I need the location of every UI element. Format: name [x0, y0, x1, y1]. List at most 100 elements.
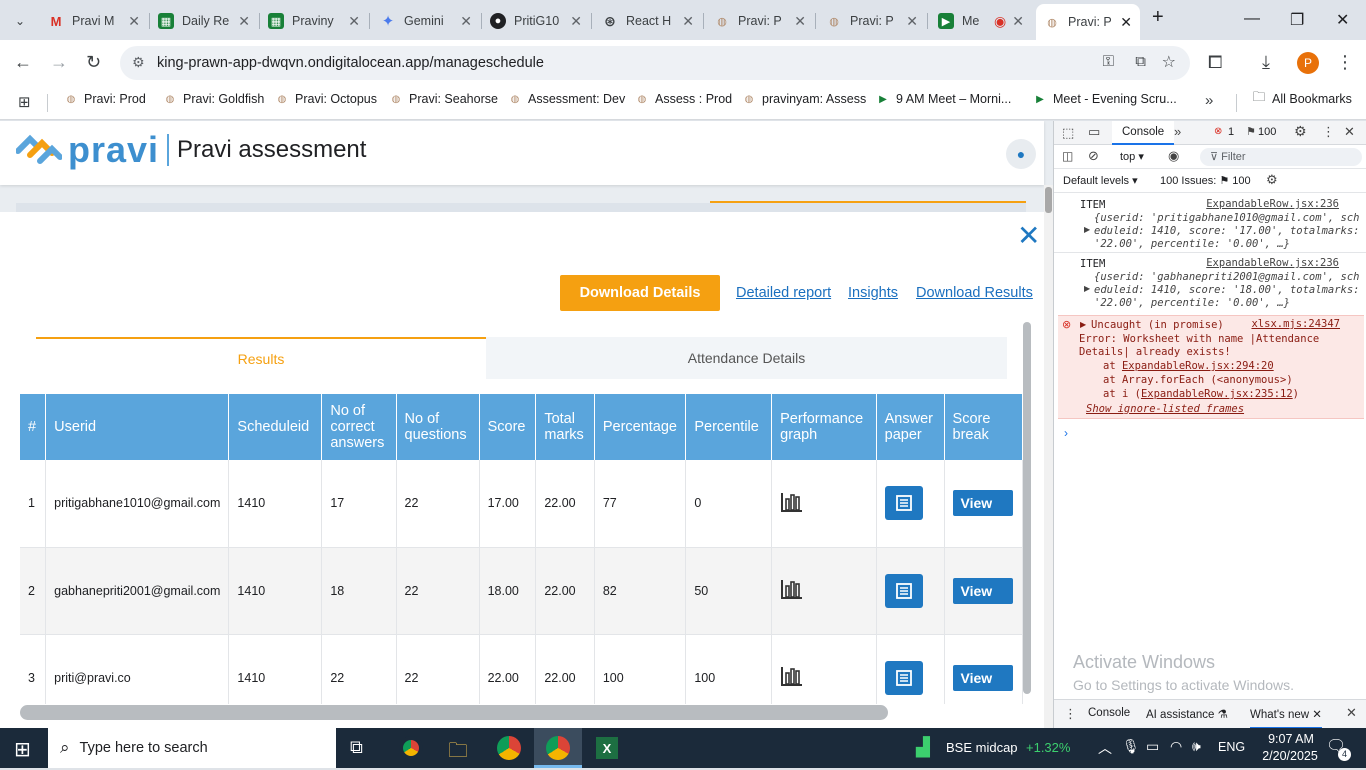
- bookmark-item[interactable]: ◍ Assess : Prod: [635, 92, 733, 106]
- close-tab-icon[interactable]: ✕: [682, 13, 694, 30]
- close-tab-icon[interactable]: ✕: [906, 13, 918, 30]
- reload-icon[interactable]: ↻: [86, 52, 101, 73]
- chrome-profile-icon[interactable]: [497, 736, 521, 760]
- close-tab-icon[interactable]: ✕: [570, 13, 582, 30]
- install-app-icon[interactable]: ⧉: [1135, 53, 1146, 70]
- file-explorer-icon[interactable]: 🗀: [448, 736, 468, 770]
- stock-name[interactable]: BSE midcap: [946, 740, 1018, 755]
- close-tab-icon[interactable]: ✕: [1120, 14, 1132, 31]
- browser-tab[interactable]: ▦ Praviny ✕: [260, 6, 368, 36]
- bookmark-item[interactable]: ▶ Meet - Evening Scru...: [1033, 92, 1177, 106]
- close-tab-icon[interactable]: ✕: [1312, 709, 1322, 721]
- browser-tab-active[interactable]: ◍ Pravi: P ✕: [1036, 4, 1140, 40]
- error-source-link[interactable]: xlsx.mjs:24347: [1251, 318, 1340, 330]
- browser-tab[interactable]: ◍ Pravi: P ✕: [818, 6, 926, 36]
- log-source-link[interactable]: ExpandableRow.jsx:236: [1206, 257, 1339, 269]
- bookmark-item[interactable]: ▶ 9 AM Meet – Morni...: [876, 92, 1011, 106]
- browser-tab[interactable]: ▶ Me ◉ ✕: [930, 6, 1032, 36]
- drawer-tab-ai[interactable]: AI assistance ⚗: [1146, 707, 1228, 721]
- expand-arrow-icon[interactable]: ▶: [1080, 320, 1086, 329]
- live-expression-icon[interactable]: ◉: [1168, 148, 1179, 164]
- close-window-icon[interactable]: ✕: [1336, 10, 1349, 30]
- clear-console-icon[interactable]: ⊘: [1088, 148, 1099, 164]
- close-drawer-icon[interactable]: ✕: [1346, 705, 1357, 721]
- close-tab-icon[interactable]: ✕: [128, 13, 140, 30]
- chrome-icon[interactable]: [399, 736, 423, 760]
- view-score-button[interactable]: View: [952, 577, 1013, 604]
- clock-time[interactable]: 9:07 AM: [1262, 732, 1320, 746]
- page-scrollbar[interactable]: [1044, 185, 1053, 728]
- download-icon[interactable]: ⤓: [1262, 52, 1270, 73]
- expand-arrow-icon[interactable]: ▶: [1084, 225, 1090, 234]
- stack-frame-link[interactable]: ExpandableRow.jsx:235:12: [1141, 388, 1293, 400]
- console-prompt-icon[interactable]: ›: [1064, 426, 1068, 440]
- taskbar-active-app[interactable]: [534, 728, 582, 768]
- forward-icon[interactable]: →: [50, 52, 68, 73]
- sidebar-toggle-icon[interactable]: ◫: [1062, 149, 1073, 163]
- view-score-button[interactable]: View: [952, 490, 1013, 517]
- extensions-icon[interactable]: ⧠: [1208, 52, 1222, 73]
- restore-icon[interactable]: ❐: [1290, 10, 1304, 30]
- user-avatar-icon[interactable]: ●: [1006, 139, 1036, 169]
- answer-paper-button[interactable]: [884, 573, 923, 608]
- close-devtools-icon[interactable]: ✕: [1344, 124, 1355, 140]
- battery-icon[interactable]: ▭: [1146, 738, 1159, 755]
- profile-avatar[interactable]: P: [1297, 52, 1319, 74]
- bookmark-star-icon[interactable]: ☆: [1162, 52, 1176, 72]
- view-score-button[interactable]: View: [952, 664, 1013, 691]
- more-bookmarks-icon[interactable]: »: [1205, 92, 1213, 109]
- devtools-tab-console[interactable]: Console: [1112, 121, 1175, 145]
- vertical-scrollbar[interactable]: [1023, 322, 1031, 694]
- settings-gear-icon[interactable]: ⚙: [1294, 123, 1307, 140]
- bar-chart-icon[interactable]: [780, 578, 804, 600]
- answer-paper-button[interactable]: [884, 660, 923, 695]
- more-tabs-icon[interactable]: »: [1174, 124, 1181, 139]
- close-tab-icon[interactable]: ✕: [238, 13, 250, 30]
- devtools-menu-icon[interactable]: ⋮: [1322, 124, 1335, 140]
- excel-icon[interactable]: X: [596, 737, 618, 759]
- device-toolbar-icon[interactable]: ▭: [1088, 124, 1100, 140]
- language-indicator[interactable]: ENG: [1218, 740, 1245, 754]
- drawer-tab-whatsnew[interactable]: What's new ✕: [1250, 700, 1322, 729]
- address-bar[interactable]: ⚙ king-prawn-app-dwqvn.ondigitalocean.ap…: [120, 46, 1190, 80]
- browser-tab[interactable]: ◍ Pravi: P ✕: [706, 6, 814, 36]
- bar-chart-icon[interactable]: [780, 665, 804, 687]
- issues-count[interactable]: 100: [1258, 126, 1276, 138]
- tab-search-button[interactable]: ⌄: [2, 6, 38, 36]
- stack-frame-link[interactable]: ExpandableRow.jsx:294:20: [1122, 360, 1274, 372]
- apps-grid-icon[interactable]: ⊞: [18, 93, 31, 111]
- task-view-icon[interactable]: ⧉: [350, 737, 363, 758]
- site-info-icon[interactable]: ⚙: [132, 54, 145, 71]
- error-count[interactable]: 1: [1228, 126, 1234, 138]
- drawer-menu-icon[interactable]: ⋮: [1064, 706, 1077, 722]
- close-tab-icon[interactable]: ✕: [460, 13, 472, 30]
- console-settings-icon[interactable]: ⚙: [1266, 172, 1278, 188]
- bookmark-item[interactable]: ◍ Assessment: Dev: [508, 92, 626, 106]
- log-source-link[interactable]: ExpandableRow.jsx:236: [1206, 198, 1339, 210]
- bookmark-item[interactable]: ◍ Pravi: Prod: [64, 92, 146, 106]
- wifi-icon[interactable]: ◠: [1170, 738, 1182, 755]
- inspect-element-icon[interactable]: ⬚: [1062, 125, 1074, 141]
- log-levels-select[interactable]: Default levels ▾: [1063, 174, 1138, 187]
- back-icon[interactable]: ←: [14, 52, 32, 73]
- bookmark-item[interactable]: ◍ pravinyam: Assess: [742, 92, 867, 106]
- browser-tab[interactable]: ▦ Daily Re ✕: [150, 6, 258, 36]
- taskbar-search-input[interactable]: ⌕ Type here to search: [48, 728, 336, 768]
- browser-menu-icon[interactable]: ⋮: [1336, 52, 1354, 73]
- horizontal-scrollbar[interactable]: [20, 705, 888, 720]
- bookmark-item[interactable]: ◍ Pravi: Octopus: [275, 92, 377, 106]
- bar-chart-icon[interactable]: [780, 491, 804, 513]
- expand-arrow-icon[interactable]: ▶: [1084, 284, 1090, 293]
- microphone-icon[interactable]: 🎙: [1122, 738, 1140, 755]
- show-ignore-listed-link[interactable]: Show ignore-listed frames: [1086, 403, 1244, 415]
- all-bookmarks[interactable]: 🗀 All Bookmarks: [1252, 89, 1351, 106]
- close-tab-icon[interactable]: ✕: [348, 13, 360, 30]
- password-key-icon[interactable]: ⚿: [1103, 53, 1114, 70]
- bookmark-item[interactable]: ◍ Pravi: Seahorse: [389, 92, 498, 106]
- windows-start-icon[interactable]: ⊞: [14, 737, 31, 762]
- browser-tab[interactable]: ● PritiG10 ✕: [482, 6, 590, 36]
- clock-date[interactable]: 2/20/2025: [1258, 749, 1322, 763]
- bookmark-item[interactable]: ◍ Pravi: Goldfish: [163, 92, 265, 106]
- volume-icon[interactable]: 🕪: [1192, 738, 1201, 755]
- browser-tab[interactable]: ✦ Gemini ✕: [372, 6, 480, 36]
